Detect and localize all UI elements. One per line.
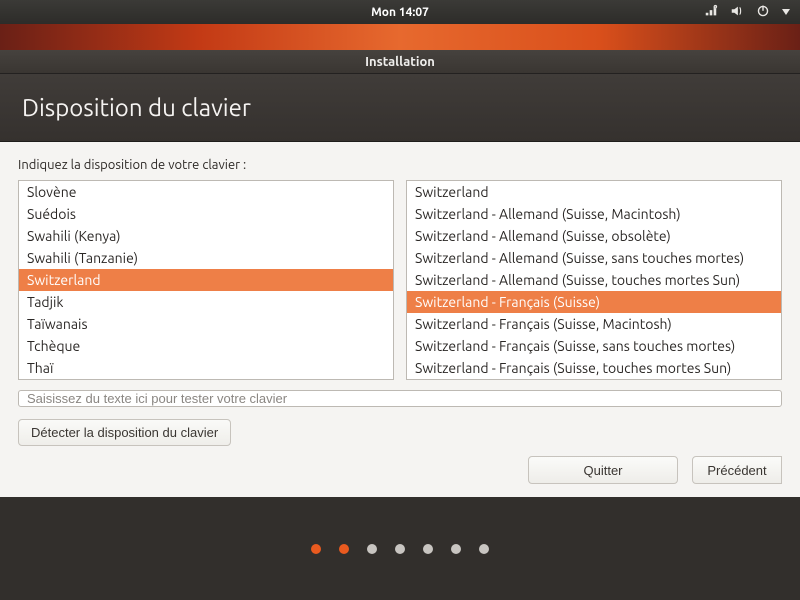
keyboard-lists: SlovèneSuédoisSwahili (Kenya)Swahili (Ta… xyxy=(18,180,782,380)
page-title: Disposition du clavier xyxy=(22,94,251,121)
layout-row[interactable]: Suédois xyxy=(19,203,393,225)
variant-row[interactable]: Switzerland - Français (Suisse) xyxy=(407,291,781,313)
back-button[interactable]: Précédent xyxy=(692,456,782,484)
progress-dot xyxy=(311,544,321,554)
prompt-label: Indiquez la disposition de votre clavier… xyxy=(18,158,782,172)
keyboard-test-input[interactable] xyxy=(18,390,782,407)
layout-listbox[interactable]: SlovèneSuédoisSwahili (Kenya)Swahili (Ta… xyxy=(18,180,394,380)
variant-row[interactable]: Switzerland - Français (Suisse, touches … xyxy=(407,357,781,379)
quit-button[interactable]: Quitter xyxy=(528,456,678,484)
progress-dot xyxy=(451,544,461,554)
power-icon[interactable] xyxy=(756,4,770,21)
progress-dot xyxy=(367,544,377,554)
wizard-actions: Quitter Précédent xyxy=(18,446,782,484)
variant-row[interactable]: Switzerland - Français (Suisse, sans tou… xyxy=(407,335,781,357)
volume-icon[interactable] xyxy=(730,4,744,21)
page-heading-band: Disposition du clavier xyxy=(0,74,800,142)
network-icon[interactable]: ? xyxy=(704,4,718,21)
content-area: Indiquez la disposition de votre clavier… xyxy=(0,142,800,497)
progress-dot xyxy=(339,544,349,554)
window-titlebar: Installation xyxy=(0,50,800,74)
variant-listbox[interactable]: SwitzerlandSwitzerland - Allemand (Suiss… xyxy=(406,180,782,380)
progress-footer xyxy=(0,497,800,600)
variant-row[interactable]: Switzerland - Allemand (Suisse, touches … xyxy=(407,269,781,291)
wallpaper-accent xyxy=(0,24,800,50)
layout-row[interactable]: Swahili (Tanzanie) xyxy=(19,247,393,269)
variant-row[interactable]: Switzerland xyxy=(407,181,781,203)
progress-dot xyxy=(395,544,405,554)
variant-row[interactable]: Switzerland - Allemand (Suisse, Macintos… xyxy=(407,203,781,225)
layout-row[interactable]: Thaï xyxy=(19,357,393,379)
session-menu-icon[interactable] xyxy=(782,9,790,15)
progress-dot xyxy=(423,544,433,554)
layout-row[interactable]: Taïwanais xyxy=(19,313,393,335)
clock: Mon 14:07 xyxy=(371,6,429,19)
layout-row[interactable]: Switzerland xyxy=(19,269,393,291)
system-topbar: Mon 14:07 ? xyxy=(0,0,800,24)
layout-row[interactable]: Tadjik xyxy=(19,291,393,313)
detect-layout-button[interactable]: Détecter la disposition du clavier xyxy=(18,419,231,446)
window-title: Installation xyxy=(365,55,435,69)
progress-dot xyxy=(479,544,489,554)
variant-row[interactable]: Switzerland - Allemand (Suisse, obsolète… xyxy=(407,225,781,247)
layout-row[interactable]: Slovène xyxy=(19,181,393,203)
system-tray: ? xyxy=(704,0,790,24)
layout-row[interactable]: Swahili (Kenya) xyxy=(19,225,393,247)
layout-row[interactable]: Tchèque xyxy=(19,335,393,357)
variant-row[interactable]: Switzerland - Français (Suisse, Macintos… xyxy=(407,313,781,335)
variant-row[interactable]: Switzerland - Allemand (Suisse, sans tou… xyxy=(407,247,781,269)
